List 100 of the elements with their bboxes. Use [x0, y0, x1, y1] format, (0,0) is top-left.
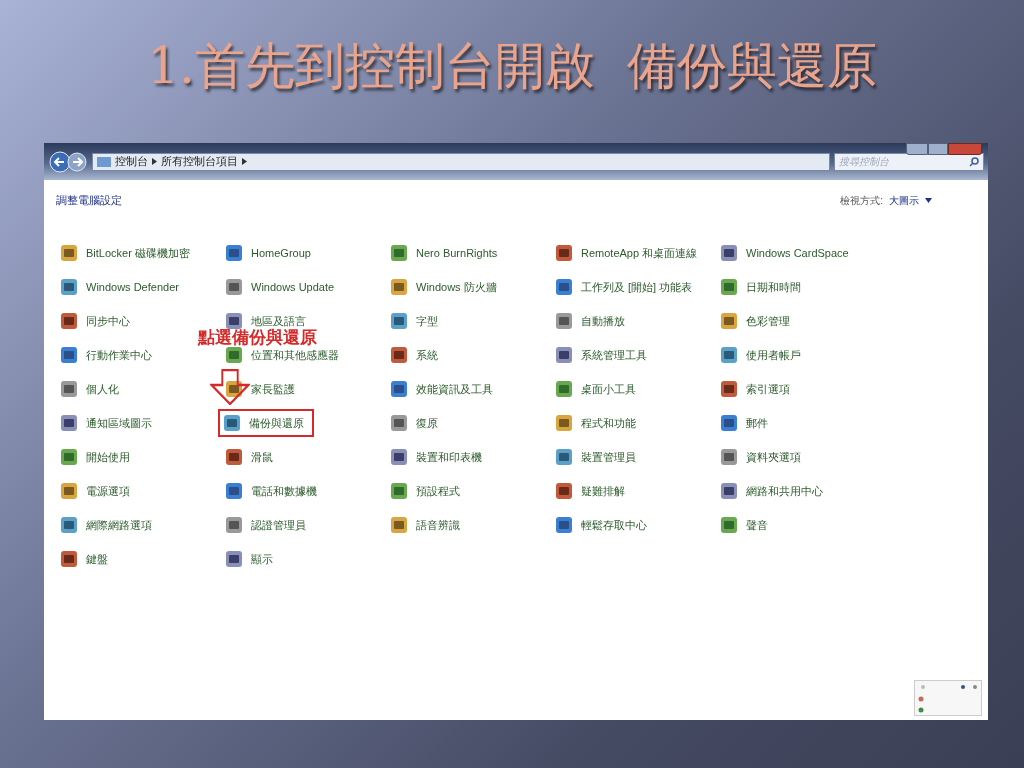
view-by-dropdown[interactable]: 大圖示: [889, 192, 919, 208]
control-panel-item[interactable]: 工作列及 [開始] 功能表: [548, 273, 703, 301]
applet-icon: [720, 482, 738, 500]
control-panel-item[interactable]: 郵件: [713, 409, 778, 437]
applet-icon: [720, 516, 738, 534]
control-panel-item[interactable]: Windows CardSpace: [713, 239, 859, 267]
applet-icon: [60, 448, 78, 466]
applet-icon: [60, 550, 78, 568]
applet-icon: [225, 516, 243, 534]
control-panel-item[interactable]: 認證管理員: [218, 511, 316, 539]
dropdown-caret-icon[interactable]: [925, 197, 932, 203]
applet-icon: [390, 244, 408, 262]
applet-icon: [225, 482, 243, 500]
applet-icon: [60, 414, 78, 432]
view-by-label: 檢視方式:: [840, 193, 883, 208]
control-panel-item[interactable]: 索引選項: [713, 375, 800, 403]
breadcrumb-link[interactable]: 所有控制台項目: [161, 153, 238, 170]
applet-icon: [60, 312, 78, 330]
control-panel-item[interactable]: Windows Update: [218, 273, 345, 301]
control-panel-item[interactable]: RemoteApp 和桌面連線: [548, 239, 708, 267]
applet-icon: [390, 482, 408, 500]
folder-icon: [97, 156, 111, 167]
applet-icon: [60, 380, 78, 398]
control-panel-item[interactable]: Windows 防火牆: [383, 273, 507, 301]
search-icon: [969, 156, 979, 167]
control-panel-item[interactable]: 色彩管理: [713, 307, 800, 335]
control-panel-item[interactable]: 家長監護: [218, 375, 305, 403]
control-panel-item[interactable]: HomeGroup: [218, 239, 321, 267]
control-panel-item[interactable]: 語音辨識: [383, 511, 470, 539]
control-panel-item[interactable]: 程式和功能: [548, 409, 646, 437]
slide-title: 1.首先到控制台開啟 備份與還原: [147, 36, 877, 97]
control-panel-item[interactable]: 行動作業中心: [53, 341, 162, 369]
applet-icon: [720, 414, 738, 432]
control-panel-item[interactable]: 輕鬆存取中心: [548, 511, 657, 539]
control-panel-item[interactable]: 個人化: [53, 375, 129, 403]
control-panel-item[interactable]: BitLocker 磁碟機加密: [53, 239, 200, 267]
control-panel-item[interactable]: 鍵盤: [53, 545, 118, 573]
breadcrumb-link[interactable]: 控制台: [115, 153, 148, 170]
applet-icon: [225, 448, 243, 466]
applet-icon: [60, 244, 78, 262]
control-panel-item[interactable]: 字型: [383, 307, 448, 335]
applet-icon: [555, 278, 573, 296]
control-panel-item[interactable]: 桌面小工具: [548, 375, 646, 403]
control-panel-item[interactable]: 顯示: [218, 545, 283, 573]
applet-icon: [720, 346, 738, 364]
applet-icon: [720, 244, 738, 262]
control-panel-item[interactable]: 裝置管理員: [548, 443, 646, 471]
applet-icon: [225, 550, 243, 568]
applet-icon: [60, 482, 78, 500]
applet-icon: [720, 380, 738, 398]
applet-icon: [555, 312, 573, 330]
control-panel-item[interactable]: 電源選項: [53, 477, 140, 505]
chevron-icon[interactable]: [152, 158, 157, 165]
control-panel-item[interactable]: 裝置和印表機: [383, 443, 492, 471]
applet-icon: [555, 244, 573, 262]
control-panel-item[interactable]: 開始使用: [53, 443, 140, 471]
applet-icon: [225, 380, 243, 398]
maximize-button[interactable]: [928, 143, 948, 155]
applet-icon: [555, 380, 573, 398]
applet-icon: [390, 380, 408, 398]
control-panel-item[interactable]: 復原: [383, 409, 448, 437]
control-panel-item[interactable]: 滑鼠: [218, 443, 283, 471]
chevron-icon[interactable]: [242, 158, 247, 165]
control-panel-item[interactable]: 系統管理工具: [548, 341, 657, 369]
applet-icon: [720, 278, 738, 296]
control-panel-item[interactable]: Windows Defender: [53, 273, 189, 301]
applet-icon: [555, 482, 573, 500]
control-panel-item[interactable]: Nero BurnRights: [383, 239, 508, 267]
annotation-text: 點選備份與還原: [198, 327, 317, 349]
control-panel-item[interactable]: 電話和數據機: [218, 477, 327, 505]
control-panel-item[interactable]: 疑難排解: [548, 477, 635, 505]
applet-icon: [390, 448, 408, 466]
applet-icon: [60, 278, 78, 296]
control-panel-item[interactable]: 通知區域圖示: [53, 409, 162, 437]
down-arrow-drawing: [210, 369, 250, 405]
address-bar[interactable]: 控制台 所有控制台項目: [92, 152, 830, 171]
control-panel-item[interactable]: 日期和時間: [713, 273, 811, 301]
control-panel-item[interactable]: 預設程式: [383, 477, 470, 505]
control-panel-item[interactable]: 效能資訊及工具: [383, 375, 503, 403]
control-panel-item[interactable]: 自動播放: [548, 307, 635, 335]
minimize-button[interactable]: [906, 143, 928, 155]
control-panel-item[interactable]: 聲音: [713, 511, 778, 539]
back-forward-icon[interactable]: [48, 148, 88, 175]
applet-icon: [225, 312, 243, 330]
control-panel-item[interactable]: 網際網路選項: [53, 511, 162, 539]
control-panel-item[interactable]: 資料夾選項: [713, 443, 811, 471]
applet-icon: [555, 448, 573, 466]
applet-icon: [555, 346, 573, 364]
applet-icon: [390, 278, 408, 296]
applet-icon: [390, 346, 408, 364]
applet-icon: [390, 312, 408, 330]
applet-icon: [720, 448, 738, 466]
applet-icon: [60, 346, 78, 364]
control-panel-item[interactable]: 備份與還原: [218, 409, 314, 437]
control-panel-item[interactable]: 同步中心: [53, 307, 140, 335]
control-panel-item[interactable]: 使用者帳戶: [713, 341, 811, 369]
control-panel-item[interactable]: 系統: [383, 341, 448, 369]
applet-icon: [60, 516, 78, 534]
control-panel-item[interactable]: 網路和共用中心: [713, 477, 833, 505]
applet-icon: [555, 516, 573, 534]
